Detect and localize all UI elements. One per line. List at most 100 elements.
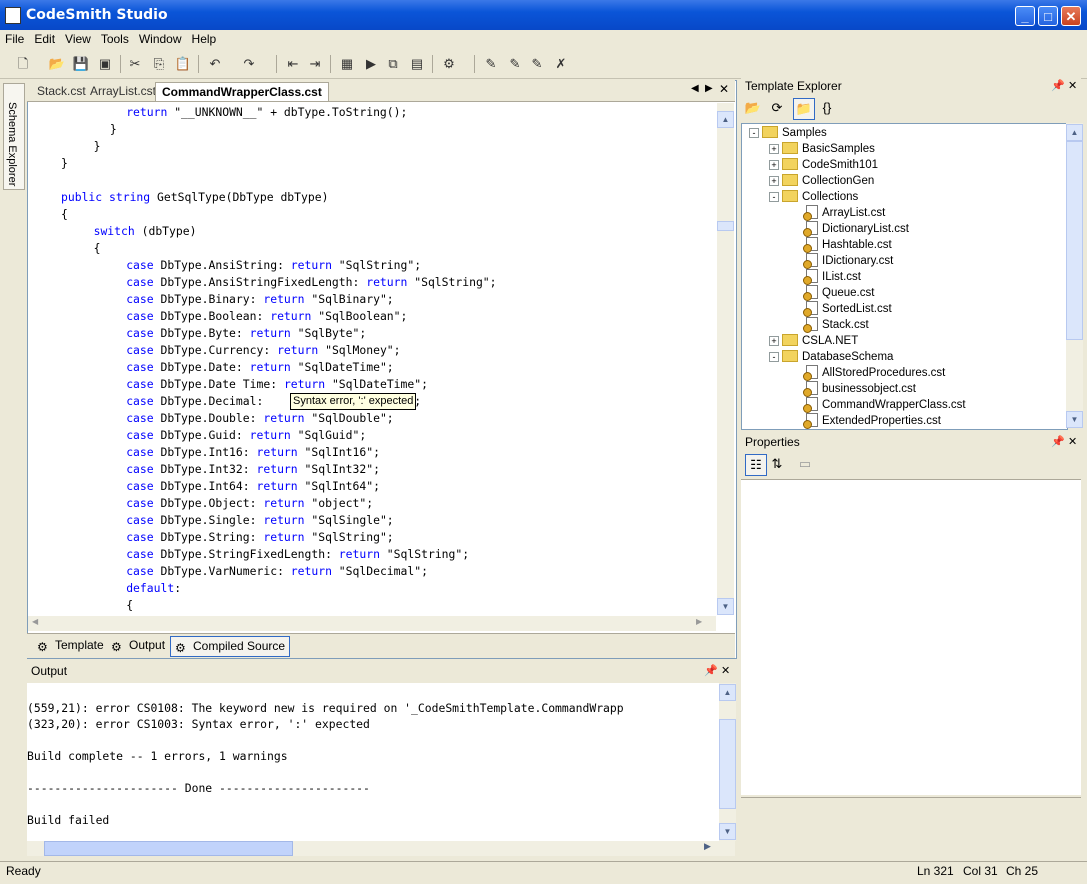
scroll-left-icon[interactable]: ◀ (32, 617, 38, 626)
scroll-right-icon[interactable]: ▶ (696, 617, 702, 626)
minimize-button[interactable]: _ (1015, 6, 1035, 26)
tab-stack[interactable]: Stack.cst (31, 82, 92, 100)
categorized-icon[interactable]: ☷ (745, 454, 767, 476)
tree-file[interactable]: Queue.cst (803, 285, 874, 301)
build-icon[interactable]: ▦ (338, 55, 356, 73)
tree-file[interactable]: AllStoredProcedures.cst (803, 365, 945, 381)
close-output-icon[interactable]: ✕ (721, 661, 730, 681)
te-pin-icon[interactable]: 📌 (1051, 76, 1065, 96)
menu-help[interactable]: Help (187, 30, 222, 48)
run-icon[interactable]: ▶ (362, 55, 380, 73)
maximize-button[interactable]: □ (1038, 6, 1058, 26)
tree-file[interactable]: SortedList.cst (803, 301, 892, 317)
tree-file[interactable]: ArrayList.cst (803, 205, 885, 221)
bookmark-prev-icon[interactable]: ✎ (528, 55, 546, 73)
collapse-icon[interactable]: - (769, 192, 779, 202)
menu-view[interactable]: View (60, 30, 96, 48)
code-editor[interactable]: return "__UNKNOWN__" + dbType.ToString()… (28, 103, 716, 615)
props-close-icon[interactable]: ✕ (1068, 432, 1077, 452)
menu-edit[interactable]: Edit (29, 30, 60, 48)
scroll-up-icon[interactable]: ▲ (717, 111, 734, 128)
scroll-thumb[interactable] (717, 221, 734, 231)
expand-icon[interactable]: + (769, 176, 779, 186)
tree-file[interactable]: CommandWrapperClass.cst (803, 397, 966, 413)
indent-icon[interactable]: ⇥ (306, 55, 324, 73)
tree-file[interactable]: businessobject.cst (803, 381, 916, 397)
tab-scroll-left-icon[interactable]: ◀ (691, 83, 699, 94)
open-folder-icon[interactable]: 📂 (48, 55, 66, 73)
props-pin-icon[interactable]: 📌 (1051, 432, 1065, 452)
tab-template[interactable]: ⚙ Template (33, 636, 108, 655)
menu-window[interactable]: Window (134, 30, 187, 48)
outdent-icon[interactable]: ⇤ (284, 55, 302, 73)
paste-icon[interactable]: 📋 (174, 55, 192, 73)
alphabetical-icon[interactable]: ⇅ (767, 454, 787, 474)
template-tree: - Samples + BasicSamples + CodeSmith101 + Colle… (741, 123, 1068, 430)
refresh-icon[interactable]: ⟳ (767, 98, 787, 118)
tree-folder[interactable]: Samples (762, 125, 827, 141)
collapse-icon[interactable]: - (769, 352, 779, 362)
properties-grid[interactable] (741, 479, 1081, 795)
bookmark-clear-icon[interactable]: ✗ (552, 55, 570, 73)
output-scroll-down-icon[interactable]: ▼ (719, 823, 736, 840)
output-scroll-right-icon[interactable]: ▶ (704, 841, 711, 852)
tab-scroll-right-icon[interactable]: ▶ (705, 83, 713, 94)
tree-file[interactable]: ExtendedProperties.cst (803, 413, 941, 429)
tab-arraylist[interactable]: ArrayList.cst (84, 82, 162, 100)
schema-explorer-tab[interactable]: Schema Explorer (3, 83, 25, 190)
tab-output[interactable]: ⚙ Output (107, 636, 169, 655)
expand-icon[interactable]: + (769, 160, 779, 170)
close-button[interactable]: ✕ (1061, 6, 1081, 26)
save-output-icon[interactable]: ▤ (408, 55, 426, 73)
save-all-icon[interactable]: ▣ (96, 55, 114, 73)
tab-commandwrapperclass[interactable]: CommandWrapperClass.cst (155, 82, 329, 101)
undo-icon[interactable]: ↶ (206, 55, 224, 73)
tree-scroll-up-icon[interactable]: ▲ (1066, 124, 1083, 141)
code-braces-icon[interactable]: {} (817, 98, 837, 118)
output-horizontal-scrollbar[interactable]: ▶ (27, 841, 735, 856)
close-tab-icon[interactable]: ✕ (719, 82, 729, 96)
expand-icon[interactable]: + (769, 144, 779, 154)
editor-horizontal-scrollbar[interactable]: ◀ ▶ (28, 616, 716, 631)
collapse-icon[interactable]: - (749, 128, 759, 138)
tree-file[interactable]: DictionaryList.cst (803, 221, 909, 237)
tree-folder[interactable]: Collections (782, 189, 858, 205)
tree-folder[interactable]: CodeSmith101 (782, 157, 878, 173)
save-icon[interactable]: 💾 (72, 55, 90, 73)
output-text[interactable]: (559,21): error CS0108: The keyword new … (27, 683, 719, 841)
properties-icon[interactable]: ⚙ (440, 55, 458, 73)
tree-folder[interactable]: DatabaseSchema (782, 349, 893, 365)
tree-file[interactable]: IDictionary.cst (803, 253, 893, 269)
copy-icon[interactable]: ⎘ (150, 55, 168, 73)
tree-folder[interactable]: CollectionGen (782, 173, 874, 189)
cut-icon[interactable]: ✂ (126, 55, 144, 73)
property-pages-icon[interactable]: ▭ (795, 454, 815, 474)
tree-file[interactable]: Hashtable.cst (803, 237, 892, 253)
new-file-icon[interactable]: 🗋 (14, 55, 32, 73)
redo-icon[interactable]: ↷ (240, 55, 258, 73)
folder-view-icon[interactable]: 📁 (793, 98, 815, 120)
editor-vertical-scrollbar[interactable]: ▲ ▼ (717, 103, 734, 615)
bookmark-next-icon[interactable]: ✎ (506, 55, 524, 73)
output-scroll-thumb[interactable] (719, 719, 736, 809)
output-hscroll-thumb[interactable] (44, 841, 293, 856)
tree-scroll-down-icon[interactable]: ▼ (1066, 411, 1083, 428)
tree-file[interactable]: Stack.cst (803, 317, 869, 333)
tree-folder[interactable]: BasicSamples (782, 141, 875, 157)
bookmark-toggle-icon[interactable]: ✎ (482, 55, 500, 73)
output-vertical-scrollbar[interactable]: ▲ ▼ (719, 683, 736, 841)
scroll-down-icon[interactable]: ▼ (717, 598, 734, 615)
pin-icon[interactable]: 📌 (704, 661, 718, 681)
tree-folder[interactable]: CSLA.NET (782, 333, 858, 349)
tab-compiled-source[interactable]: ⚙ Compiled Source (170, 636, 291, 657)
open-folder-icon[interactable]: 📂 (743, 98, 763, 118)
menu-tools[interactable]: Tools (96, 30, 134, 48)
output-scroll-up-icon[interactable]: ▲ (719, 684, 736, 701)
menu-file[interactable]: File (0, 30, 29, 48)
copy-output-icon[interactable]: ⧉ (384, 55, 402, 73)
tree-file[interactable]: IList.cst (803, 269, 861, 285)
tree-scroll-thumb[interactable] (1066, 141, 1083, 340)
tree-vertical-scrollbar[interactable]: ▲ ▼ (1066, 123, 1083, 428)
expand-icon[interactable]: + (769, 336, 779, 346)
te-close-icon[interactable]: ✕ (1068, 76, 1077, 96)
